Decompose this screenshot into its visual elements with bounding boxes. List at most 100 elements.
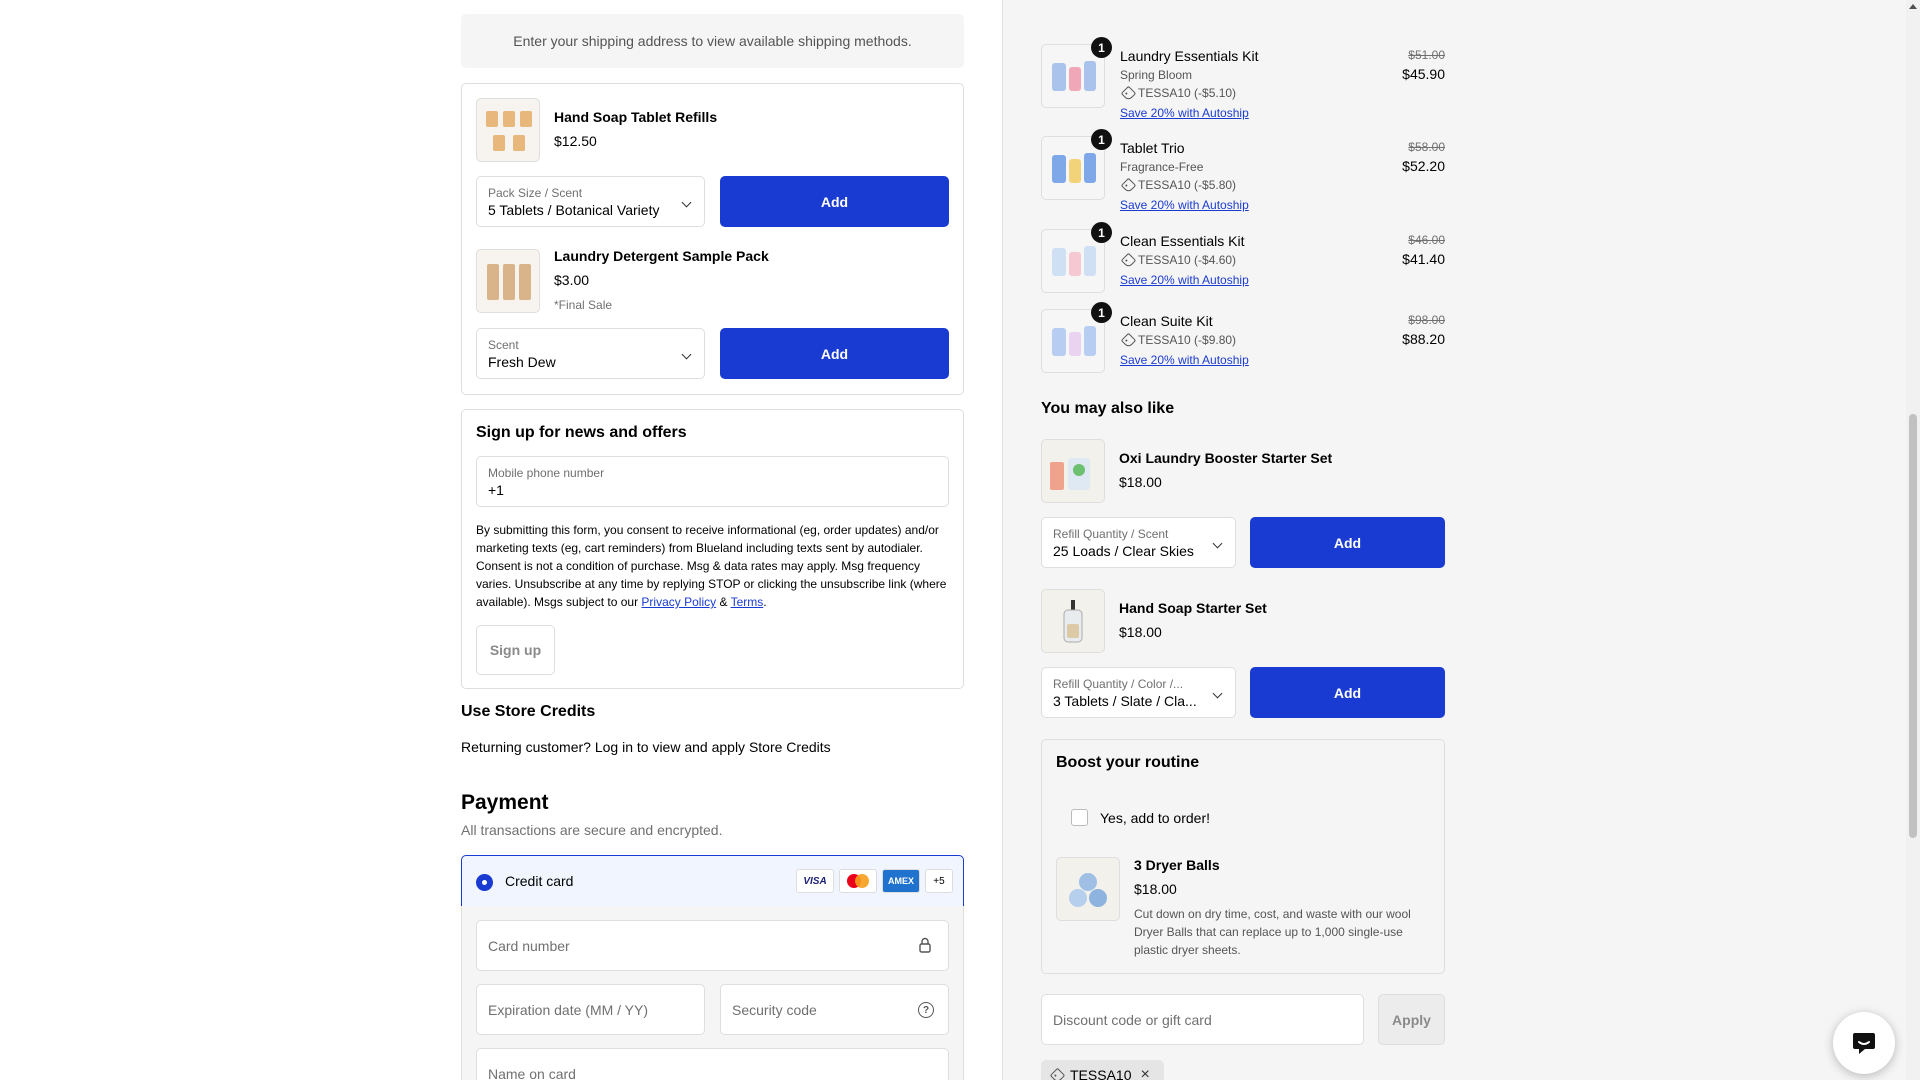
store-credits-text[interactable]: Returning customer? Log in to view and a… [461,739,831,755]
cart-item-name: Clean Essentials Kit [1120,233,1245,249]
quantity-badge: 1 [1091,37,1112,58]
mobile-phone-field[interactable]: Mobile phone number +1 [476,456,949,507]
add-to-order-label[interactable]: Yes, add to order! [1100,810,1210,826]
add-hand-soap-starter-button[interactable]: Add [1250,667,1445,718]
discounted-price: $41.40 [1402,251,1445,267]
oxi-quantity-select[interactable]: Refill Quantity / Scent 25 Loads / Clear… [1041,517,1236,568]
cart-item-variant: Fragrance-Free [1120,160,1204,174]
tag-icon [1120,252,1137,268]
hand-soap-starter-image [1041,589,1105,653]
autoship-link[interactable]: Save 20% with Autoship [1120,353,1249,367]
visa-icon: VISA [796,869,834,893]
hand-soap-starter-price: $18.00 [1119,624,1162,640]
discount-code-text: TESSA10 (-$5.10) [1138,86,1237,100]
credit-card-option[interactable]: Credit card VISA AMEX +5 [461,855,964,907]
cart-item-image: 1 [1041,129,1112,200]
expiration-placeholder: Expiration date (MM / YY) [488,1002,649,1018]
tag-icon [1120,85,1137,101]
cart-item-image: 1 [1041,302,1112,373]
shipping-notice: Enter your shipping address to view avai… [461,14,964,68]
add-to-order-checkbox[interactable] [1071,809,1088,826]
dryer-balls-name: 3 Dryer Balls [1134,857,1220,873]
more-cards-badge: +5 [925,869,953,893]
cart-item-discount: TESSA10 (-$5.80) [1120,177,1236,193]
oxi-booster-price: $18.00 [1119,474,1162,490]
discount-code-field[interactable]: Discount code or gift card [1041,994,1364,1045]
chat-launcher-button[interactable] [1833,1012,1895,1074]
select-value: 5 Tablets / Botanical Variety [488,202,660,218]
phone-value: +1 [488,482,504,498]
cart-item-name: Laundry Essentials Kit [1120,48,1259,64]
pack-size-select[interactable]: Pack Size / Scent 5 Tablets / Botanical … [476,176,705,227]
chat-icon [1853,1033,1875,1054]
terms-link[interactable]: Terms [731,595,764,609]
hand-soap-refills-image [476,98,540,162]
scent-select[interactable]: Scent Fresh Dew [476,328,705,379]
signup-title: Sign up for news and offers [476,424,687,441]
add-laundry-sample-button[interactable]: Add [720,328,949,379]
amex-icon: AMEX [882,869,920,893]
discounted-price: $45.90 [1402,66,1445,82]
tag-icon [1049,1067,1066,1080]
apply-discount-button[interactable]: Apply [1378,994,1445,1045]
tag-icon [1120,177,1137,193]
cart-item-image: 1 [1041,37,1112,108]
select-value: Fresh Dew [488,354,556,370]
scroll-up-arrow-icon[interactable] [1909,4,1917,9]
upsell-price: $12.50 [554,133,597,149]
also-like-title: You may also like [1041,400,1175,417]
select-label: Refill Quantity / Scent [1053,527,1169,541]
name-on-card-field[interactable]: Name on card [476,1048,949,1080]
discount-code-text: TESSA10 (-$4.60) [1138,253,1237,267]
chevron-down-icon [681,349,692,360]
chevron-down-icon [1212,538,1223,549]
card-number-field[interactable]: Card number [476,920,949,971]
scrollbar-thumb[interactable] [1909,414,1917,838]
apply-label: Apply [1392,1011,1431,1028]
quantity-badge: 1 [1091,222,1112,243]
signup-button[interactable]: Sign up [476,625,555,675]
store-credits-title: Use Store Credits [461,703,596,720]
select-label: Scent [488,338,519,352]
laundry-sample-image [476,249,540,313]
applied-code-text: TESSA10 [1070,1067,1132,1080]
help-icon[interactable]: ? [918,1002,934,1018]
dryer-balls-price: $18.00 [1134,881,1177,897]
amex-label: AMEX [887,876,914,886]
phone-label: Mobile phone number [488,466,605,480]
expiration-field[interactable]: Expiration date (MM / YY) [476,984,705,1035]
credit-card-label: Credit card [505,873,574,889]
autoship-link[interactable]: Save 20% with Autoship [1120,198,1249,212]
autoship-link[interactable]: Save 20% with Autoship [1120,106,1249,120]
add-oxi-booster-button[interactable]: Add [1250,517,1445,568]
applied-discount-chip: TESSA10 × [1041,1060,1164,1080]
hand-soap-starter-name: Hand Soap Starter Set [1119,600,1267,616]
consent-amp: & [719,595,728,609]
cart-item-image: 1 [1041,222,1112,293]
consent-text: By submitting this form, you consent to … [476,521,949,611]
oxi-booster-name: Oxi Laundry Booster Starter Set [1119,450,1333,466]
shipping-notice-text: Enter your shipping address to view avai… [513,33,912,49]
original-price: $98.00 [1408,313,1445,327]
security-code-field[interactable]: Security code ? [720,984,949,1035]
visa-label: VISA [803,875,827,887]
add-hand-soap-button[interactable]: Add [720,176,949,227]
remove-code-icon[interactable]: × [1140,1066,1149,1080]
upsell-price: $3.00 [554,272,590,288]
autoship-link[interactable]: Save 20% with Autoship [1120,273,1249,287]
page-scrollbar[interactable] [1906,0,1920,1080]
signup-button-label: Sign up [489,642,542,658]
radio-selected-icon[interactable] [476,874,493,891]
dryer-balls-description: Cut down on dry time, cost, and waste wi… [1134,907,1411,957]
dryer-balls-image [1056,857,1120,921]
original-price: $51.00 [1408,48,1445,62]
lock-icon [918,937,932,958]
mastercard-icon [839,869,877,893]
payment-title: Payment [461,791,549,814]
cart-item-name: Clean Suite Kit [1120,313,1213,329]
hand-soap-quantity-select[interactable]: Refill Quantity / Color /... 3 Tablets /… [1041,667,1236,718]
select-value: 25 Loads / Clear Skies [1053,543,1194,559]
privacy-policy-link[interactable]: Privacy Policy [641,595,716,609]
payment-subtitle: All transactions are secure and encrypte… [461,822,723,838]
cart-item-name: Tablet Trio [1120,140,1185,156]
